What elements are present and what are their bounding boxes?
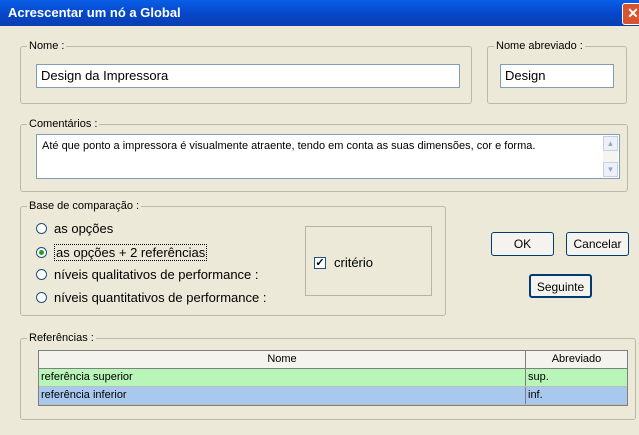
comentarios-text: Até que ponto a impressora é visualmente… [42, 140, 536, 152]
seguinte-button[interactable]: Seguinte [529, 274, 592, 298]
radio-label: níveis qualitativos de performance : [54, 266, 259, 282]
radio-option-as-opcoes[interactable]: as opções [36, 219, 113, 237]
cell-nome[interactable]: referência superior [39, 369, 526, 386]
criterio-label: critério [334, 255, 374, 270]
table-row[interactable]: referência inferior inf. [39, 387, 627, 405]
radio-option-niveis-quantitativos[interactable]: níveis quantitativos de performance : [36, 288, 266, 306]
radio-label: as opções + 2 referências [54, 243, 208, 261]
column-header-nome[interactable]: Nome [39, 351, 526, 368]
cell-abreviado[interactable]: inf. [526, 387, 627, 404]
referencias-table: Nome Abreviado referência superior sup. … [38, 350, 628, 406]
radio-button-icon[interactable] [36, 268, 47, 280]
radio-option-niveis-qualitativos[interactable]: níveis qualitativos de performance : [36, 265, 259, 283]
window-title: Acrescentar um nó a Global [8, 5, 181, 20]
title-bar: Acrescentar um nó a Global ✕ [0, 0, 639, 26]
criterio-checkbox[interactable]: ✓ [314, 257, 326, 269]
dialog-window: Acrescentar um nó a Global ✕ Nome : Desi… [0, 0, 639, 435]
table-header: Nome Abreviado [39, 351, 627, 369]
scroll-up-icon[interactable]: ▲ [603, 136, 618, 151]
nome-abreviado-label: Nome abreviado : [494, 40, 585, 52]
radio-label: níveis quantitativos de performance : [54, 289, 267, 305]
table-row[interactable]: referência superior sup. [39, 369, 627, 387]
nome-label: Nome : [27, 40, 67, 52]
nome-input[interactable]: Design da Impressora [36, 64, 460, 88]
cell-abreviado[interactable]: sup. [526, 369, 627, 386]
radio-button-selected-icon[interactable] [36, 246, 47, 258]
referencias-label: Referências : [27, 332, 96, 344]
base-comparacao-label: Base de comparação : [27, 200, 142, 212]
comentarios-scrollbar[interactable]: ▲ ▼ [603, 136, 618, 177]
cell-nome[interactable]: referência inferior [39, 387, 526, 404]
radio-label: as opções [54, 220, 114, 236]
comentarios-textarea[interactable]: Até que ponto a impressora é visualmente… [36, 134, 620, 179]
ok-button[interactable]: OK [491, 232, 554, 256]
radio-button-icon[interactable] [36, 291, 47, 303]
column-header-abreviado[interactable]: Abreviado [526, 351, 627, 368]
comentarios-label: Comentários : [27, 118, 100, 130]
radio-button-icon[interactable] [36, 222, 47, 234]
criterio-box: ✓ critério [305, 226, 432, 296]
nome-abreviado-input[interactable]: Design [500, 64, 614, 88]
close-icon[interactable]: ✕ [622, 3, 639, 25]
radio-option-as-opcoes-referencias[interactable]: as opções + 2 referências [36, 243, 208, 261]
cancelar-button[interactable]: Cancelar [566, 232, 629, 256]
scroll-down-icon[interactable]: ▼ [603, 162, 618, 177]
